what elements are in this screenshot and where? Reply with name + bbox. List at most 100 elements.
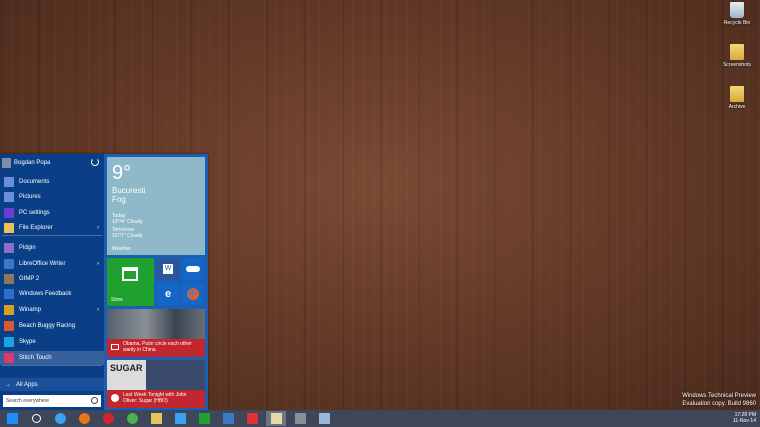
start-menu: Bogdan Popa Documents Pictures PC settings… [0, 154, 208, 410]
explorer-icon [150, 413, 162, 424]
feedback-icon [4, 289, 14, 299]
news-photo [107, 309, 205, 339]
news-caption: Last Week Tonight with John Oliver: Suga… [107, 390, 205, 408]
menu-item-pc-settings[interactable]: PC settings [0, 206, 104, 220]
pictures-icon [4, 192, 14, 202]
menu-item-file-explorer[interactable]: File Explorer › [0, 221, 104, 235]
documents-icon [4, 177, 14, 187]
menu-item-stitch-touch[interactable]: Stitch Touch [0, 351, 104, 365]
opera-icon [102, 413, 114, 424]
heart-icon [4, 353, 14, 363]
weather-label: Weather [112, 246, 131, 252]
menu-item-windows-feedback[interactable]: Windows Feedback [0, 287, 104, 301]
clock[interactable]: 17:28 PM 11-Nov-14 [733, 412, 756, 424]
taskbar-button-store[interactable] [194, 411, 214, 426]
menu-item-skype[interactable]: Skype [0, 335, 104, 349]
news-tile-1[interactable]: Obama, Putin circle each other warily in… [107, 309, 205, 357]
search-icon [31, 414, 41, 423]
menu-item-label: Documents [19, 179, 50, 185]
word-icon: W [163, 264, 173, 274]
chevron-right-icon[interactable]: › [97, 225, 99, 231]
search-icon [91, 397, 98, 404]
menu-item-label: Stitch Touch [19, 355, 52, 361]
taskbar-button-start[interactable] [2, 411, 22, 426]
menu-item-gimp-2[interactable]: GIMP 2 [0, 272, 104, 286]
onedrive-tile[interactable] [182, 258, 204, 280]
taskbar-button-search[interactable] [26, 411, 46, 426]
menu-item-label: GIMP 2 [19, 276, 40, 282]
menu-item-winamp[interactable]: Winamp › [0, 303, 104, 317]
menu-divider [2, 365, 102, 366]
taskbar-button-ie[interactable] [50, 411, 70, 426]
user-name: Bogdan Popa [14, 160, 51, 166]
news-caption: Obama, Putin circle each other warily in… [107, 339, 205, 357]
store-icon [122, 267, 138, 281]
desktop-icon-recycle-bin[interactable]: Recycle Bin [722, 2, 752, 26]
winamp-icon [4, 305, 14, 315]
taskbar-button-twitter[interactable] [170, 411, 190, 426]
taskbar-button-chrome[interactable] [122, 411, 142, 426]
weather-temp: 9° [112, 162, 132, 184]
menu-item-label: LibreOffice Writer [19, 261, 66, 267]
plane-icon [246, 413, 258, 424]
search-input[interactable]: Search everywhere [3, 395, 101, 407]
weather-tomorrow-forecast: 10°/7° Cloudy [112, 233, 143, 239]
chrome-icon [126, 413, 138, 424]
news-tile-2[interactable]: SUGAR Last Week Tonight with John Oliver… [107, 360, 205, 408]
menu-item-pidgin[interactable]: Pidgin [0, 241, 104, 255]
menu-item-beach-buggy-racing[interactable]: Beach Buggy Racing [0, 319, 104, 333]
taskbar: 17:28 PM 11-Nov-14 [0, 410, 760, 427]
game-icon [4, 321, 14, 331]
chevron-right-icon[interactable]: › [97, 261, 99, 267]
ie-tile[interactable]: e [157, 283, 179, 305]
recycle-bin-icon [730, 2, 744, 18]
menu-item-label: Pictures [19, 194, 41, 200]
taskbar-button-plane[interactable] [242, 411, 262, 426]
weather-today-forecast: 10°/4° Cloudy [112, 219, 143, 225]
all-apps-button[interactable]: → All Apps [0, 378, 104, 391]
weather-tile[interactable]: 9° Bucuresti Fog Today 10°/4° Cloudy Tom… [107, 157, 205, 255]
desktop-icon-label: Screenshots [723, 62, 751, 68]
taskbar-button-explorer[interactable] [146, 411, 166, 426]
menu-item-label: Windows Feedback [19, 291, 72, 297]
menu-item-libreoffice-writer[interactable]: LibreOffice Writer › [0, 257, 104, 271]
menu-item-pictures[interactable]: Pictures [0, 190, 104, 204]
pidgin-icon [4, 243, 14, 253]
firefox-icon [187, 288, 199, 300]
notepad-icon [318, 413, 330, 424]
power-icon[interactable] [91, 158, 99, 166]
taskbar-button-mail[interactable] [290, 411, 310, 426]
user-account[interactable]: Bogdan Popa [2, 157, 102, 169]
play-icon [111, 394, 119, 402]
clock-date: 11-Nov-14 [733, 418, 756, 424]
desktop-icon-archive[interactable]: Archive [722, 86, 752, 110]
gear-icon [4, 208, 14, 218]
taskbar-button-firefox[interactable] [74, 411, 94, 426]
word-tile[interactable]: W [157, 258, 179, 280]
ie-icon: e [164, 288, 172, 300]
desktop-icon-label: Recycle Bin [723, 20, 751, 26]
folder-icon [730, 44, 744, 60]
paint-icon [270, 413, 282, 424]
firefox-tile[interactable] [182, 283, 204, 305]
chevron-right-icon[interactable]: › [97, 307, 99, 313]
store-tile[interactable]: Store [107, 258, 154, 306]
menu-item-label: Beach Buggy Racing [19, 323, 76, 329]
skype-icon [4, 337, 14, 347]
cloud-icon [186, 266, 200, 272]
game-icon [222, 413, 234, 424]
mail-icon [294, 413, 306, 424]
store-icon [198, 413, 210, 424]
taskbar-button-paint[interactable] [266, 411, 286, 426]
taskbar-button-game[interactable] [218, 411, 238, 426]
taskbar-button-notepad[interactable] [314, 411, 334, 426]
folder-icon [730, 86, 744, 102]
gimp-icon [4, 274, 14, 284]
weather-condition: Fog [112, 195, 126, 204]
taskbar-button-opera[interactable] [98, 411, 118, 426]
start-menu-left-pane: Bogdan Popa Documents Pictures PC settings… [0, 154, 104, 410]
folder-icon [4, 223, 14, 233]
desktop-icon-screenshots[interactable]: Screenshots [722, 44, 752, 68]
news-icon [111, 344, 119, 350]
menu-item-documents[interactable]: Documents [0, 175, 104, 189]
